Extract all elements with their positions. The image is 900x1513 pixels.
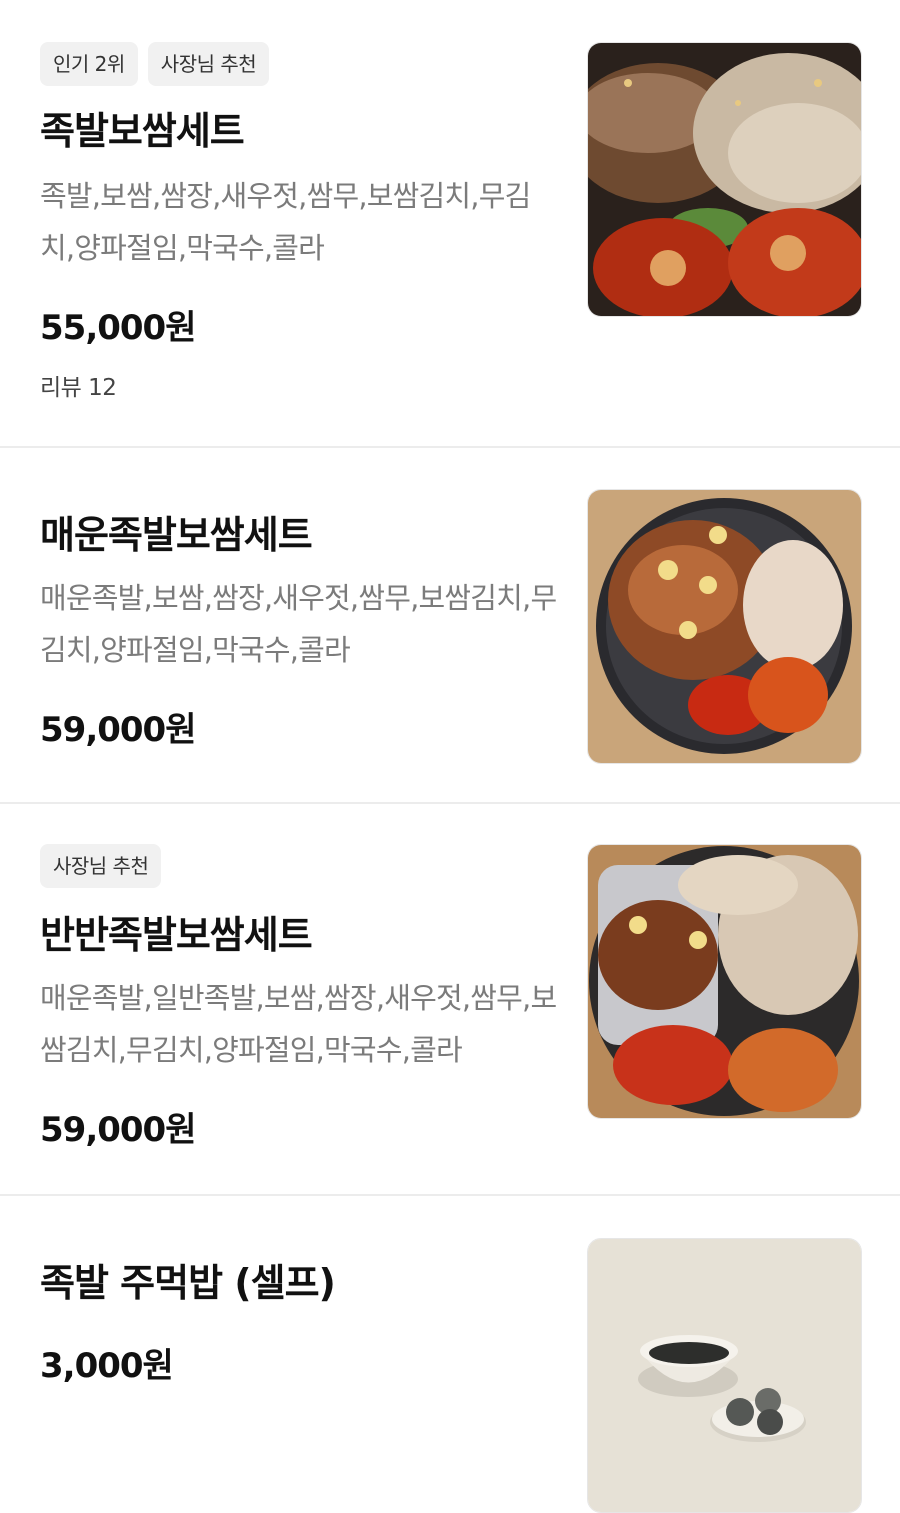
menu-item-name: 족발 주먹밥 (셀프) [40,1261,336,1305]
menu-item-description: 매운족발,일반족발,보쌈,쌈장,새우젓,쌈무,보쌈김치,무김치,양파절임,막국수… [40,981,557,1067]
popular-rank-badge: 인기 2위 [40,42,138,86]
menu-item-name: 족발보쌈세트 [40,109,245,153]
badge-group: 인기 2위 사장님 추천 [40,42,270,86]
menu-list: 인기 2위 사장님 추천 족발보쌈세트 족발,보쌈,쌈장,새우젓,쌈무,보쌈김치… [0,0,900,1513]
menu-item-description: 매운족발,보쌈,쌈장,새우젓,쌈무,보쌈김치,무김치,양파절임,막국수,콜라 [40,581,557,667]
menu-item-price: 59,000원 [40,1110,196,1150]
menu-item-name: 매운족발보쌈세트 [40,513,313,557]
menu-item-jokbal-bossam-set[interactable]: 인기 2위 사장님 추천 족발보쌈세트 족발,보쌈,쌈장,새우젓,쌈무,보쌈김치… [0,0,900,448]
owner-recommend-badge: 사장님 추천 [40,844,162,888]
half-half-jokbal-photo [587,844,862,1119]
badge-group: 사장님 추천 [40,844,162,888]
jokbal-bossam-photo [587,42,862,317]
menu-item-jokbal-rice-ball[interactable]: 족발 주먹밥 (셀프) 3,000원 [0,1196,900,1513]
menu-item-name: 반반족발보쌈세트 [40,913,313,957]
menu-item-price: 3,000원 [40,1346,174,1386]
menu-item-half-half-jokbal-bossam-set[interactable]: 사장님 추천 반반족발보쌈세트 매운족발,일반족발,보쌈,쌈장,새우젓,쌈무,보… [0,804,900,1196]
menu-item-spicy-jokbal-bossam-set[interactable]: 매운족발보쌈세트 매운족발,보쌈,쌈장,새우젓,쌈무,보쌈김치,무김치,양파절임… [0,448,900,804]
owner-recommend-badge: 사장님 추천 [147,42,270,86]
menu-item-description: 족발,보쌈,쌈장,새우젓,쌈무,보쌈김치,무김치,양파절임,막국수,콜라 [40,179,531,265]
review-count: 리뷰 12 [40,375,117,401]
menu-item-price: 55,000원 [40,308,196,348]
rice-ball-photo [587,1238,862,1513]
menu-item-price: 59,000원 [40,710,196,750]
spicy-jokbal-photo [587,489,862,764]
